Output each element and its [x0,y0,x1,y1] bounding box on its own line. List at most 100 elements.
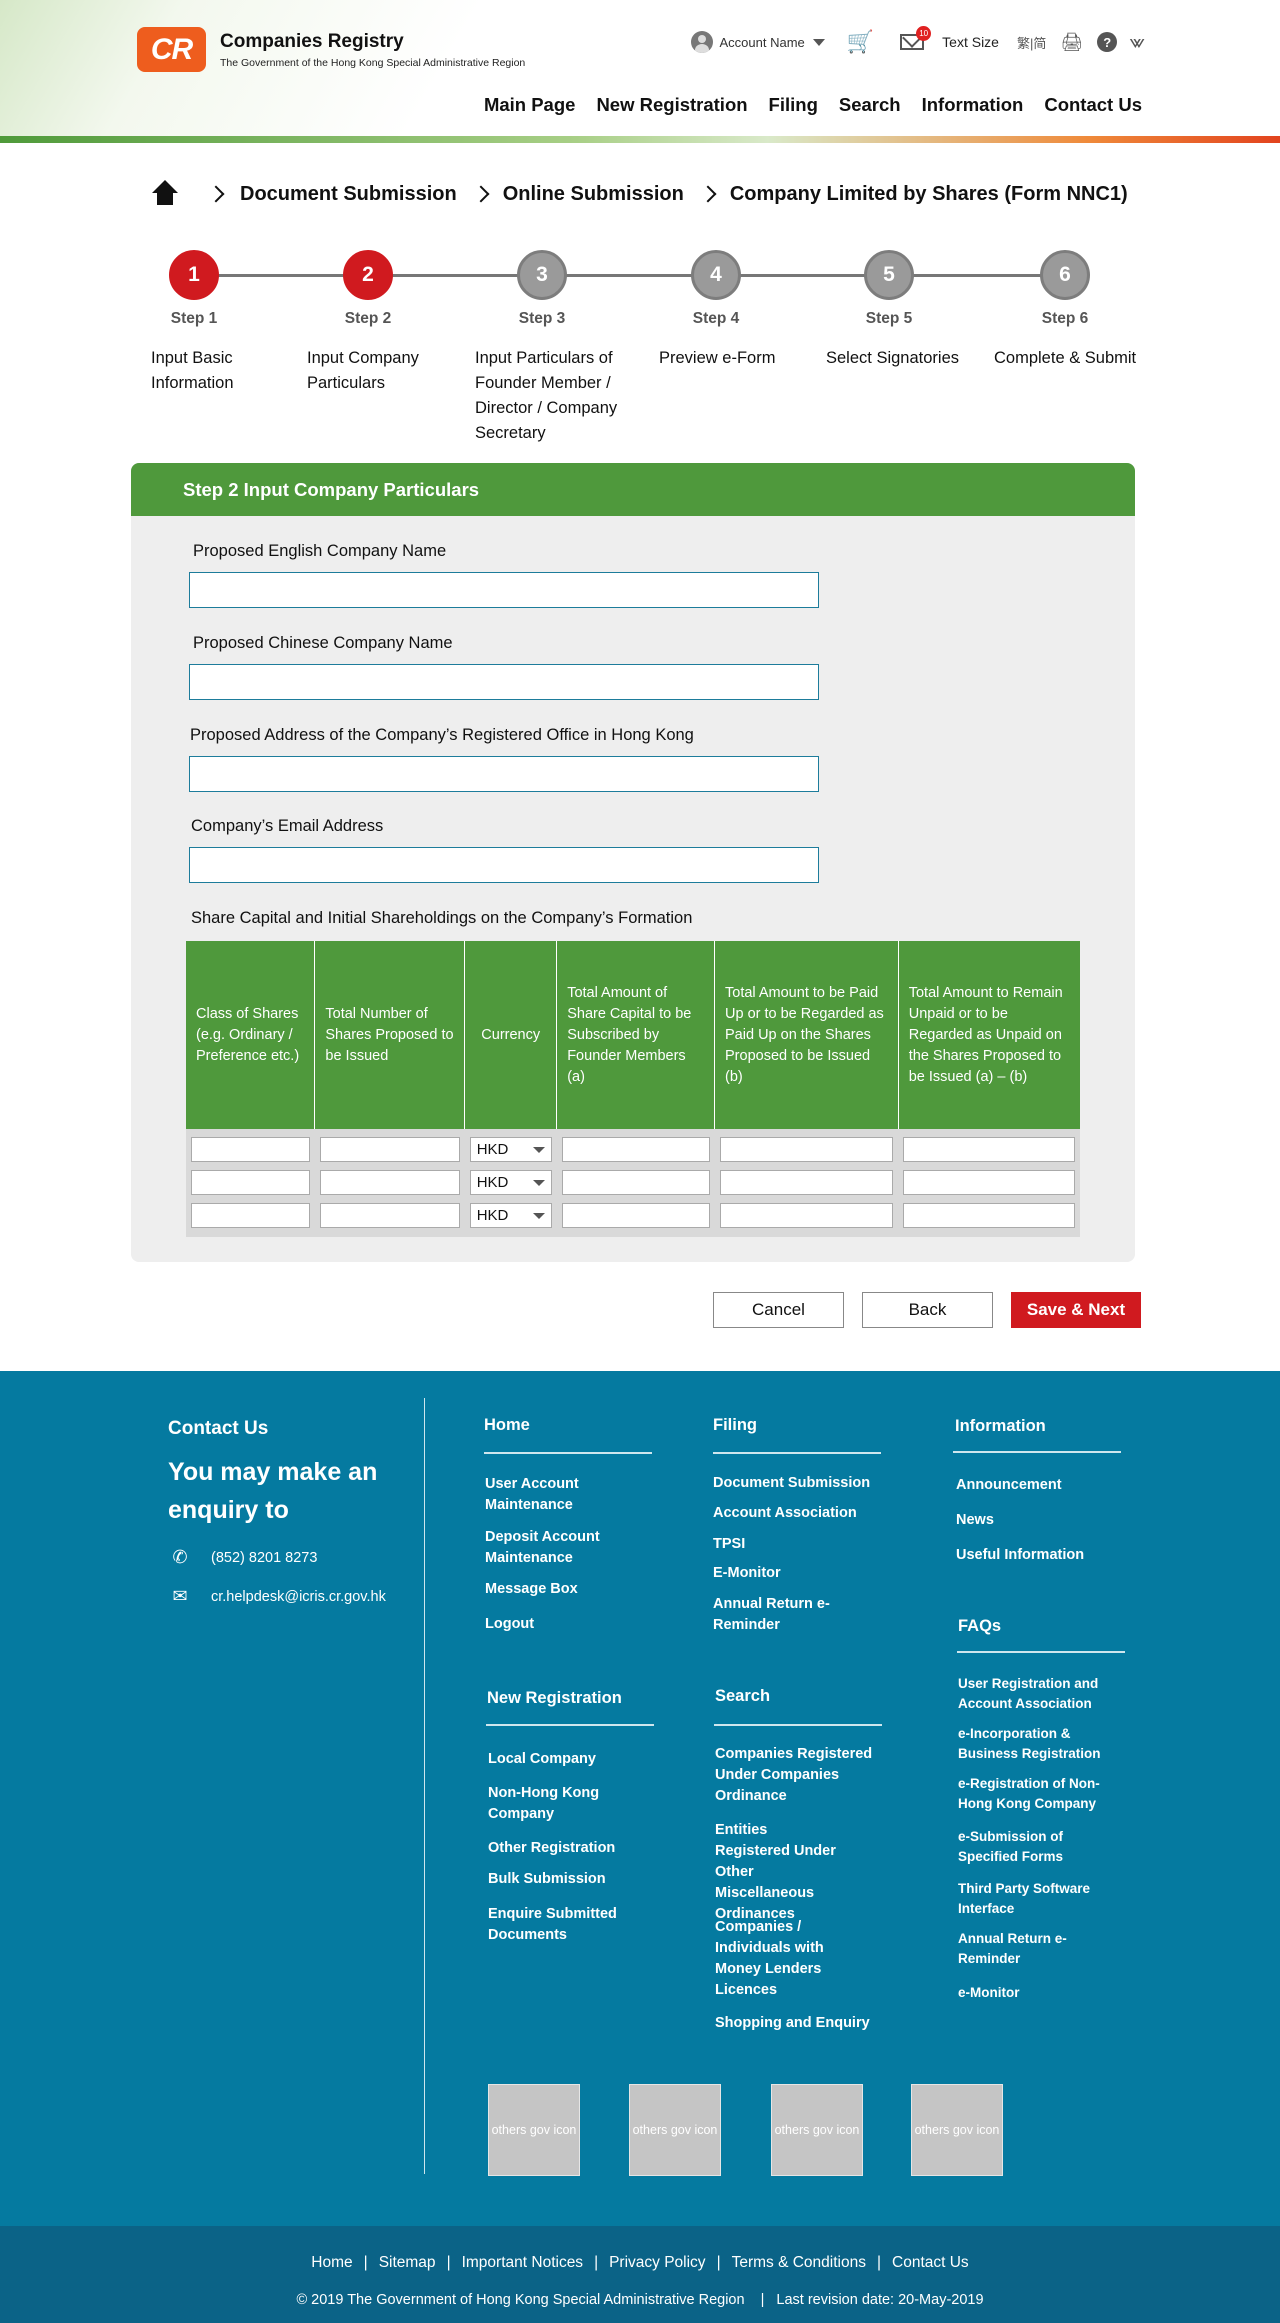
footer-link-document-submission[interactable]: Document Submission [713,1473,870,1494]
footer-new-registration-title[interactable]: New Registration [487,1689,622,1708]
footer-link-enquire-documents[interactable]: Enquire Submitted Documents [488,1904,628,1946]
total-subscribed-input[interactable] [561,1137,710,1162]
number-of-shares-input[interactable] [319,1170,460,1195]
footer-faq-e-registration[interactable]: e-Registration of Non-Hong Kong Company [958,1774,1113,1814]
footer-link-shopping-enquiry[interactable]: Shopping and Enquiry [715,2013,870,2034]
footer-information-title[interactable]: Information [955,1417,1046,1436]
column-currency: Currency [464,941,558,1129]
footer-search-title[interactable]: Search [715,1687,770,1706]
home-icon[interactable] [150,179,180,209]
footer-faq-e-monitor[interactable]: e-Monitor [958,1983,1020,2003]
class-of-shares-input[interactable] [191,1203,310,1228]
footer-link-entities-registered[interactable]: Entities Registered Under Other Miscella… [715,1820,845,1925]
gov-link-icon[interactable]: others gov icon [911,2084,1003,2176]
breadcrumb-document-submission[interactable]: Document Submission [240,183,457,206]
sub-footer-home[interactable]: Home [311,2254,352,2272]
footer-link-annual-return[interactable]: Annual Return e-Reminder [713,1594,833,1636]
cancel-button[interactable]: Cancel [713,1292,844,1328]
currency-select[interactable]: HKD [469,1137,552,1162]
footer-link-announcement[interactable]: Announcement [956,1475,1062,1496]
footer-faqs-title[interactable]: FAQs [958,1617,1001,1636]
gov-link-icon[interactable]: others gov icon [488,2084,580,2176]
footer-faq-e-incorporation[interactable]: e-Incorporation & Business Registration [958,1724,1108,1764]
footer-faq-user-registration[interactable]: User Registration and Account Associatio… [958,1674,1108,1714]
footer-home-title[interactable]: Home [484,1416,530,1435]
mail-button[interactable]: 10 [900,26,932,50]
paid-up-input[interactable] [719,1137,894,1162]
unpaid-input[interactable] [903,1203,1075,1228]
chinese-name-input[interactable] [189,664,819,700]
chevron-right-icon [207,185,225,203]
gov-link-icon[interactable]: others gov icon [771,2084,863,2176]
registered-address-input[interactable] [189,756,819,792]
nav-contact-us[interactable]: Contact Us [1044,94,1142,116]
footer-link-companies-registered[interactable]: Companies Registered Under Companies Ord… [715,1744,885,1807]
footer-phone[interactable]: ✆ (852) 8201 8273 [168,1547,317,1568]
dropdown-arrow-icon [532,1179,545,1186]
total-subscribed-input[interactable] [561,1170,710,1195]
share-icon[interactable]: ⩖ [1129,32,1145,52]
companies-registry-logo[interactable]: CR Companies Registry The Government of … [137,27,525,72]
footer-faq-third-party[interactable]: Third Party Software Interface [958,1879,1108,1919]
cart-icon[interactable]: 🛒 [847,31,874,53]
footer-filing-title[interactable]: Filing [713,1416,757,1435]
currency-select[interactable]: HKD [469,1170,552,1195]
copyright-text: © 2019 The Government of Hong Kong Speci… [296,2292,745,2308]
footer-link-account-association[interactable]: Account Association [713,1503,857,1524]
print-icon[interactable]: 🖨 [1060,33,1083,51]
sub-footer-terms[interactable]: Terms & Conditions [732,2254,866,2272]
form-title: Step 2 Input Company Particulars [131,463,1135,516]
nav-information[interactable]: Information [922,94,1024,116]
footer-link-message-box[interactable]: Message Box [485,1579,578,1600]
header-accent-bar [0,136,1280,143]
number-of-shares-input[interactable] [319,1137,460,1162]
email-input[interactable] [189,847,819,883]
number-of-shares-input[interactable] [319,1203,460,1228]
footer-email[interactable]: ✉ cr.helpdesk@icris.cr.gov.hk [168,1586,385,1607]
nav-new-registration[interactable]: New Registration [596,94,747,116]
footer-link-logout[interactable]: Logout [485,1614,534,1635]
footer-link-money-lenders[interactable]: Companies / Individuals with Money Lende… [715,1917,860,2001]
footer-link-news[interactable]: News [956,1510,994,1531]
footer-link-bulk-submission[interactable]: Bulk Submission [488,1869,606,1890]
class-of-shares-input[interactable] [191,1170,310,1195]
footer-link-tpsi[interactable]: TPSI [713,1534,745,1555]
nav-filing[interactable]: Filing [769,94,818,116]
back-button[interactable]: Back [862,1292,993,1328]
footer-link-deposit-account[interactable]: Deposit Account Maintenance [485,1527,625,1569]
footer-link-useful-information[interactable]: Useful Information [956,1545,1084,1566]
breadcrumb-online-submission[interactable]: Online Submission [503,183,684,206]
class-of-shares-input[interactable] [191,1137,310,1162]
sub-footer-important-notices[interactable]: Important Notices [462,2254,583,2272]
total-subscribed-input[interactable] [561,1203,710,1228]
footer-faq-e-submission[interactable]: e-Submission of Specified Forms [958,1827,1078,1867]
footer-link-local-company[interactable]: Local Company [488,1749,596,1770]
company-particulars-form: Step 2 Input Company Particulars Propose… [131,463,1135,1262]
text-size-button[interactable]: Text Size [942,34,999,50]
sub-footer-contact-us[interactable]: Contact Us [892,2254,969,2272]
footer-link-non-hk-company[interactable]: Non-Hong Kong Company [488,1783,618,1825]
footer-faq-annual-return[interactable]: Annual Return e-Reminder [958,1929,1068,1969]
email-label: Company’s Email Address [191,817,384,835]
unpaid-input[interactable] [903,1170,1075,1195]
nav-search[interactable]: Search [839,94,901,116]
cr-logo-mark: CR [137,27,206,72]
footer-link-e-monitor[interactable]: E-Monitor [713,1563,781,1584]
gov-link-icon[interactable]: others gov icon [629,2084,721,2176]
paid-up-input[interactable] [719,1203,894,1228]
account-menu[interactable]: Account Name [690,31,825,53]
paid-up-input[interactable] [719,1170,894,1195]
column-total-subscribed: Total Amount of Share Capital to be Subs… [556,941,716,1129]
nav-main-page[interactable]: Main Page [484,94,576,116]
currency-select[interactable]: HKD [469,1203,552,1228]
save-next-button[interactable]: Save & Next [1011,1292,1141,1328]
sub-footer-privacy-policy[interactable]: Privacy Policy [609,2254,705,2272]
language-toggle[interactable]: 繁|简 [1017,33,1046,52]
step-label: Step 3 [518,310,566,327]
english-name-input[interactable] [189,572,819,608]
help-button[interactable]: ? [1097,32,1118,52]
footer-link-other-registration[interactable]: Other Registration [488,1838,615,1859]
sub-footer-sitemap[interactable]: Sitemap [379,2254,436,2272]
footer-link-user-account[interactable]: User Account Maintenance [485,1474,625,1516]
unpaid-input[interactable] [903,1137,1075,1162]
